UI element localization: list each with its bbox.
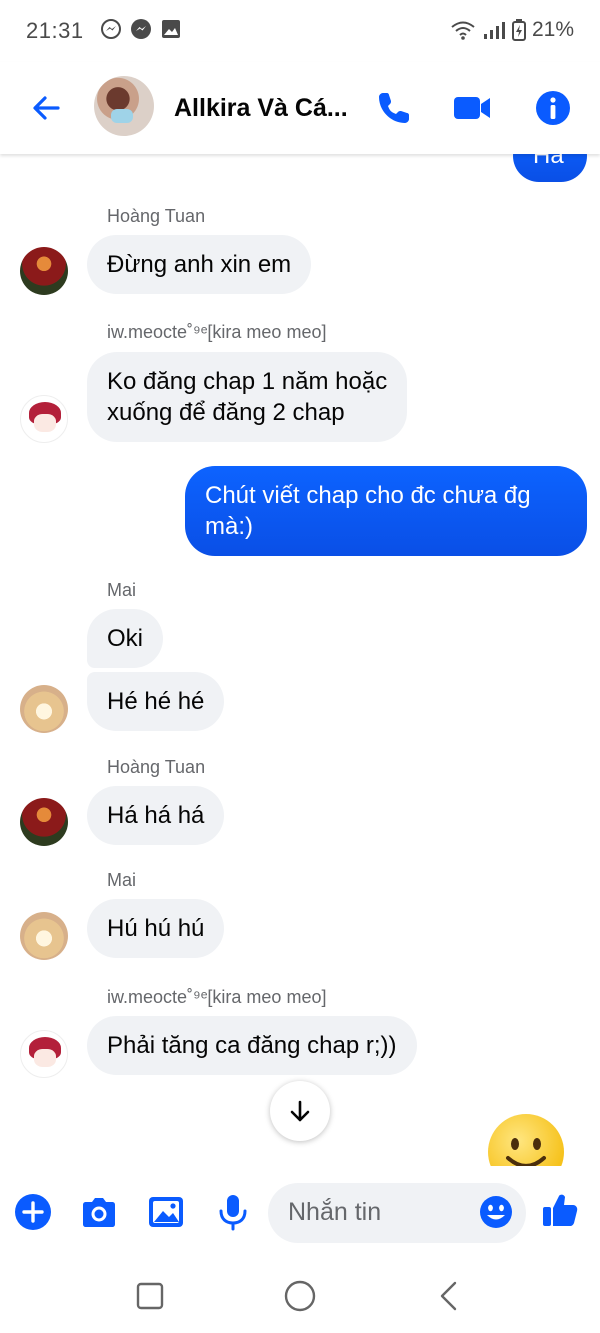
- video-icon[interactable]: [452, 88, 492, 128]
- avatar[interactable]: [20, 1030, 68, 1078]
- message-bubble-outgoing[interactable]: Chút viết chap cho đc chưa đg mà:): [185, 466, 587, 556]
- messenger-chat-screen: 21:31 21% Allkira Và Cá... Há Hoàng Tuan…: [0, 0, 600, 1333]
- message-text-line: xuống để đăng 2 chap: [107, 399, 345, 426]
- chat-header: Allkira Và Cá...: [0, 62, 600, 154]
- message-text-line: Ko đăng chap 1 năm hoặc: [107, 368, 388, 395]
- signal-icon: [483, 22, 505, 39]
- sender-name: iw.meocte˚⁹ᵉ[kira meo meo]: [107, 987, 327, 1007]
- scroll-down-button[interactable]: [270, 1081, 330, 1141]
- sender-name: Hoàng Tuan: [107, 757, 206, 777]
- message-bubble-incoming[interactable]: Oki: [87, 609, 163, 668]
- sender-name: Mai: [107, 580, 137, 600]
- plus-icon[interactable]: [13, 1192, 53, 1232]
- group-avatar[interactable]: [94, 76, 154, 136]
- battery-percent: 21%: [531, 18, 574, 41]
- message-bubble-incoming[interactable]: Phải tăng ca đăng chap r;)): [87, 1016, 417, 1075]
- avatar-face: [34, 414, 56, 432]
- message-text: Oki: [107, 625, 143, 652]
- wifi-icon: [451, 21, 475, 40]
- gallery-notif-icon: [162, 20, 180, 38]
- avatar[interactable]: [20, 912, 68, 960]
- status-time: 21:31: [26, 18, 84, 43]
- sender-name: iw.meocte˚⁹ᵉ[kira meo meo]: [107, 322, 327, 342]
- image-icon[interactable]: [146, 1192, 186, 1232]
- message-bubble-incoming[interactable]: Há há há: [87, 786, 225, 845]
- message-text: Hú hú hú: [107, 915, 205, 942]
- sender-name: Mai: [107, 870, 137, 890]
- messenger-notif-icon: [131, 19, 151, 39]
- message-text: Phải tăng ca đăng chap r;)): [107, 1032, 397, 1059]
- android-nav-bar: [0, 1260, 600, 1333]
- battery-icon: [511, 19, 526, 41]
- sender-name: Hoàng Tuan: [107, 206, 206, 226]
- avatar-mask: [111, 109, 133, 123]
- camera-icon[interactable]: [79, 1192, 119, 1232]
- avatar[interactable]: [20, 798, 68, 846]
- message-bubble-incoming[interactable]: Ko đăng chap 1 năm hoặc xuống để đăng 2 …: [87, 352, 408, 442]
- status-bar: 21:31 21%: [0, 0, 600, 62]
- smile-emoji-icon: [506, 1138, 546, 1168]
- thumbs-up-icon[interactable]: [540, 1190, 580, 1230]
- message-text: Hé hé hé: [107, 688, 205, 715]
- back-nav-icon[interactable]: [430, 1276, 470, 1316]
- message-bubble-incoming[interactable]: Hú hú hú: [87, 899, 225, 958]
- smile-emoji: [488, 1114, 564, 1170]
- scroll-down-icon: [290, 1100, 310, 1122]
- notification-icons: [100, 18, 182, 40]
- emoji-icon[interactable]: [478, 1194, 514, 1230]
- message-text-line: Chút viết chap cho đc chưa đg: [205, 482, 531, 509]
- message-composer: Nhắn tin: [0, 1166, 600, 1260]
- avatar[interactable]: [20, 395, 68, 443]
- message-placeholder: Nhắn tin: [288, 1198, 382, 1226]
- avatar-face: [34, 1049, 56, 1067]
- message-bubble-incoming[interactable]: Hé hé hé: [87, 672, 225, 731]
- back-arrow-icon[interactable]: [28, 90, 64, 126]
- message-text-line: mà:): [205, 513, 253, 540]
- messenger-notif-icon: [101, 19, 121, 39]
- status-right: 21%: [450, 18, 574, 42]
- message-bubble-incoming[interactable]: Đừng anh xin em: [87, 235, 312, 294]
- home-icon[interactable]: [280, 1276, 320, 1316]
- message-text: Há há há: [107, 802, 205, 829]
- mic-icon[interactable]: [213, 1192, 253, 1232]
- recent-apps-icon[interactable]: [130, 1276, 170, 1316]
- emoji-face: [488, 1114, 564, 1170]
- avatar[interactable]: [20, 247, 68, 295]
- info-icon[interactable]: [533, 88, 573, 128]
- message-text: Đừng anh xin em: [107, 251, 292, 278]
- chat-title[interactable]: Allkira Và Cá...: [174, 94, 348, 123]
- avatar[interactable]: [20, 685, 68, 733]
- phone-icon[interactable]: [374, 88, 414, 128]
